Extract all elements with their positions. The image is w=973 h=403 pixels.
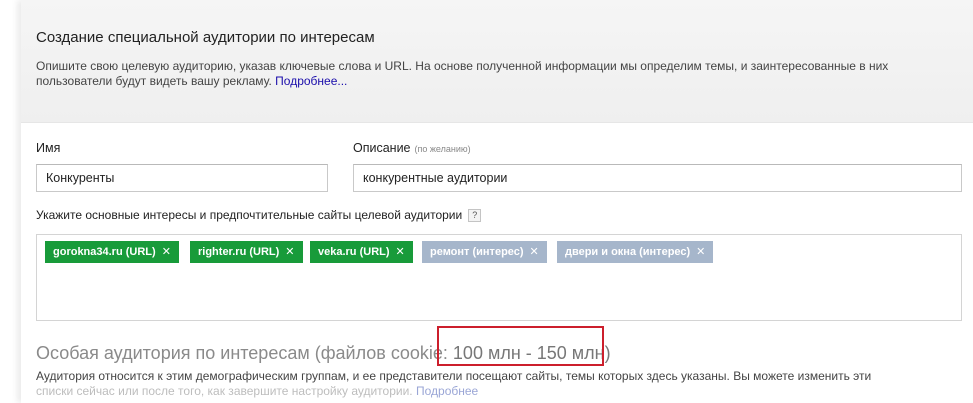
page-description: Опишите свою целевую аудиторию, указав к… xyxy=(36,59,948,89)
remove-tag-icon[interactable]: ✕ xyxy=(696,246,705,258)
audience-description-line1: Аудитория относится к этим демографическ… xyxy=(36,369,872,383)
interests-label: Укажите основные интересы и предпочтител… xyxy=(36,208,482,222)
optional-hint: (по желанию) xyxy=(414,144,471,154)
remove-tag-icon[interactable]: ✕ xyxy=(396,246,405,258)
remove-tag-icon[interactable]: ✕ xyxy=(530,246,539,258)
tag-chip: veka.ru (URL) ✕ xyxy=(310,241,413,263)
name-input[interactable]: Конкуренты xyxy=(36,164,328,192)
tag-label: veka.ru (URL) xyxy=(318,246,390,258)
audience-size-highlight xyxy=(437,326,604,366)
description-label: Описание (по желанию) xyxy=(353,141,471,155)
audience-description-line2-text: списки сейчас или после того, как заверш… xyxy=(36,384,413,398)
tag-chip: ремонт (интерес) ✕ xyxy=(422,241,547,263)
remove-tag-icon[interactable]: ✕ xyxy=(162,246,171,258)
tag-chip: gorokna34.ru (URL) ✕ xyxy=(45,241,179,263)
page-title: Создание специальной аудитории по интере… xyxy=(36,29,375,46)
tag-chip: двери и окна (интерес) ✕ xyxy=(557,241,714,263)
name-label: Имя xyxy=(36,141,61,155)
tag-chip: righter.ru (URL) ✕ xyxy=(190,241,303,263)
audience-description-line2: списки сейчас или после того, как заверш… xyxy=(36,384,966,399)
tag-label: двери и окна (интерес) xyxy=(565,246,691,258)
description-text: Опишите свою целевую аудиторию, указав к… xyxy=(36,59,889,88)
learn-more-link[interactable]: Подробнее... xyxy=(275,74,347,88)
description-input[interactable]: конкурентные аудитории xyxy=(353,164,962,192)
remove-tag-icon[interactable]: ✕ xyxy=(285,246,294,258)
tag-label: righter.ru (URL) xyxy=(198,246,280,258)
description-label-text: Описание xyxy=(353,141,411,155)
audience-description: Аудитория относится к этим демографическ… xyxy=(36,369,966,399)
audience-title-prefix: Особая аудитория по интересам (файлов co… xyxy=(36,343,448,363)
interests-input[interactable]: gorokna34.ru (URL) ✕ righter.ru (URL) ✕ ve… xyxy=(36,234,962,321)
help-icon[interactable]: ? xyxy=(468,209,482,222)
audience-learn-more-link[interactable]: Подробнее xyxy=(416,384,478,398)
tag-label: ремонт (интерес) xyxy=(430,246,524,258)
tag-label: gorokna34.ru (URL) xyxy=(53,246,156,258)
interests-label-text: Укажите основные интересы и предпочтител… xyxy=(36,208,463,222)
